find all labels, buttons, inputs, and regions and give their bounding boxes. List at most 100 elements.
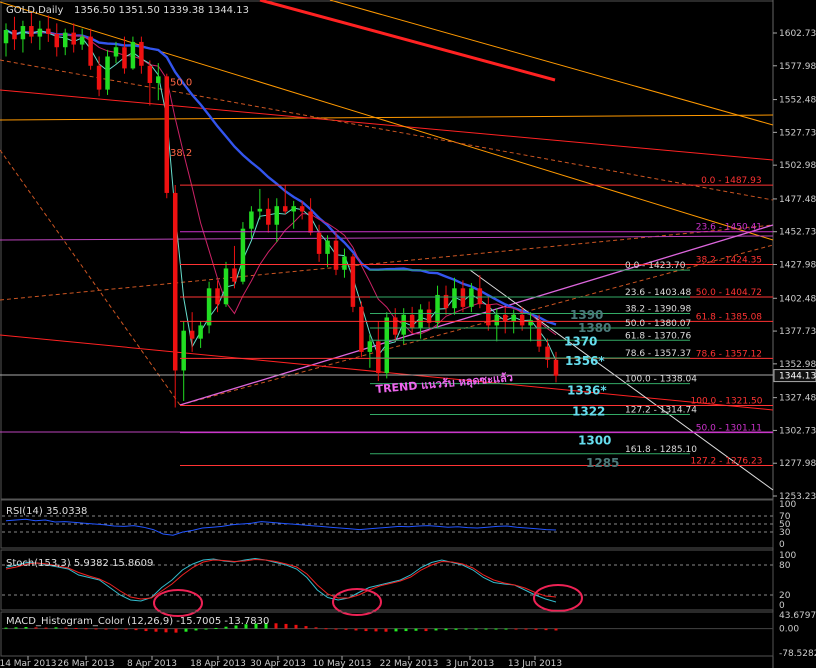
macd-bar — [414, 628, 418, 631]
candle-body — [376, 341, 381, 374]
support-level-label: 1356* — [565, 354, 605, 368]
candle-body — [308, 211, 313, 233]
stoch-axis-label: 100 — [779, 551, 796, 561]
rsi-axis-label: 0 — [779, 540, 785, 550]
candle-body — [282, 206, 288, 212]
macd-axis-label: 0.00 — [779, 625, 799, 635]
macd-bar — [444, 628, 448, 631]
candle-body — [172, 192, 178, 371]
candle-body — [37, 28, 43, 37]
candle-body — [113, 47, 119, 57]
candle-body — [494, 314, 500, 326]
macd-bar — [514, 628, 518, 630]
macd-bar — [274, 623, 278, 629]
fib-left-label: 23.6 - 1450.41 — [696, 223, 762, 233]
macd-bar — [44, 627, 48, 629]
macd-bar — [424, 628, 428, 632]
candle-body — [266, 208, 271, 225]
fib-left-label: 100.0 - 1321.50 — [691, 397, 763, 407]
price-tick-label: 1527.73 — [779, 128, 816, 138]
fib-left-label: 0.0 - 1487.93 — [701, 176, 762, 186]
candle-body — [384, 317, 390, 374]
macd-bar — [24, 627, 28, 629]
candle-body — [96, 65, 102, 90]
date-label: 13 Jun 2013 — [508, 659, 562, 668]
candle-body — [130, 41, 136, 69]
candle-body — [477, 288, 483, 305]
date-label: 14 Mar 2013 — [0, 659, 57, 668]
macd-bar — [74, 627, 78, 629]
fib-right-label: 127.2 - 1314.74 — [625, 406, 697, 416]
macd-bar — [534, 628, 538, 630]
price-tick-label: 1302.73 — [779, 426, 816, 436]
macd-bar — [204, 628, 208, 630]
candle-body — [12, 29, 17, 40]
current-price-label: 1344.13 — [779, 372, 816, 382]
candle-body — [452, 288, 457, 309]
candle-body — [460, 288, 466, 307]
macd-bar — [474, 628, 478, 630]
fib-right-label: 38.2 - 1390.98 — [625, 305, 691, 315]
macd-bar — [454, 628, 458, 630]
macd-bar — [314, 627, 318, 629]
candle-body — [342, 256, 347, 270]
candle-body — [333, 240, 339, 270]
candle-body — [71, 32, 76, 45]
macd-bar — [64, 627, 68, 629]
macd-bar — [484, 628, 488, 630]
macd-bar — [364, 628, 368, 632]
date-label: 26 Mar 2013 — [57, 659, 114, 668]
date-label: 3 Jun 2013 — [446, 659, 494, 668]
fib-right-label: 0.0 - 1423.70 — [625, 261, 686, 271]
candle-body — [536, 320, 542, 347]
candle-body — [401, 314, 406, 335]
candle-body — [291, 206, 296, 212]
main-title: GOLD,Daily — [6, 5, 63, 16]
date-label: 22 May 2013 — [380, 659, 439, 668]
fib-right-label: 23.6 - 1403.48 — [625, 288, 691, 298]
macd-bar — [384, 628, 388, 632]
fib-left-label: 78.6 - 1357.12 — [696, 349, 762, 359]
macd-bar — [494, 628, 498, 630]
fib-right-label: 50.0 - 1380.07 — [625, 319, 691, 329]
candle-body — [502, 314, 508, 322]
candle-body — [88, 36, 93, 66]
macd-bar — [104, 628, 108, 630]
price-tick-label: 1602.73 — [779, 29, 816, 39]
macd-bar — [174, 628, 178, 633]
macd-bar — [504, 628, 508, 630]
candle-body — [156, 76, 161, 83]
support-level-label: 1322 — [572, 405, 605, 419]
macd-bar — [304, 626, 308, 629]
macd-bar — [4, 627, 8, 629]
candle-body — [139, 41, 144, 66]
candle-body — [426, 309, 432, 323]
fib-right-label: 100.0 - 1338.04 — [625, 375, 697, 385]
macd-title: MACD_Histogram_Color (12,26,9) -15.7005 … — [6, 616, 269, 627]
candle-body — [29, 26, 34, 37]
candle-body — [359, 306, 364, 352]
macd-bar — [374, 628, 378, 632]
candle-body — [435, 294, 440, 323]
candle-body — [122, 47, 127, 69]
price-tick-label: 1352.98 — [779, 360, 816, 370]
macd-bar — [464, 628, 468, 630]
candle-body — [232, 268, 237, 282]
price-tick-label: 1502.98 — [779, 161, 816, 171]
stoch-axis-label: 80 — [779, 561, 791, 571]
stoch-axis-label: 0 — [779, 601, 785, 611]
macd-bar — [94, 628, 98, 630]
stoch-axis-label: 20 — [779, 591, 791, 601]
macd-bar — [134, 628, 138, 631]
support-level-label: 1370 — [564, 334, 597, 348]
price-tick-label: 1452.73 — [779, 228, 816, 238]
candle-body — [54, 33, 60, 48]
gold-daily-chart[interactable]: 1602.73 1577.98 1552.48 1527.73 1502.98 1477.… — [0, 0, 816, 668]
price-tick-label: 1577.98 — [779, 62, 816, 72]
candle-body — [3, 29, 9, 44]
candle-body — [20, 26, 26, 40]
candle-body — [240, 228, 246, 282]
candle-body — [392, 317, 398, 335]
macd-bar — [434, 628, 438, 631]
macd-bar — [34, 627, 38, 629]
